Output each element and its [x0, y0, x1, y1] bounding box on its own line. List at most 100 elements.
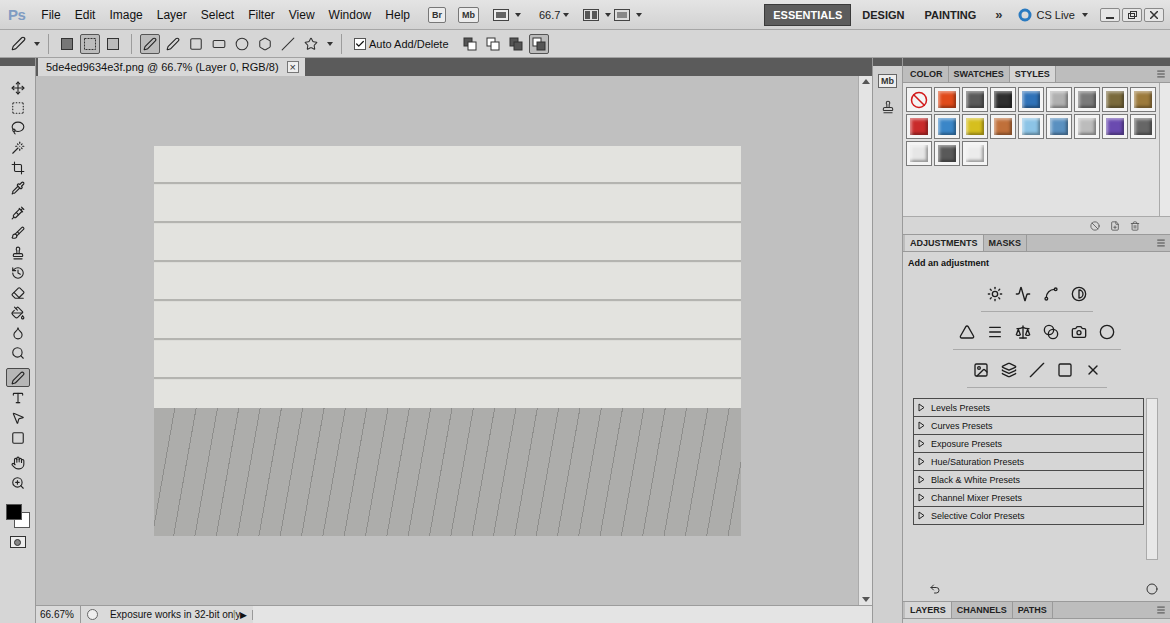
close-button[interactable] [1144, 8, 1164, 22]
panel-menu-button[interactable] [1156, 66, 1170, 82]
horizontal-scrollbar[interactable] [253, 606, 872, 623]
expand-icon[interactable] [918, 457, 925, 466]
menu-item[interactable]: File [35, 6, 66, 24]
adjustment-button[interactable] [999, 360, 1019, 380]
clear-style-icon[interactable] [1090, 221, 1100, 231]
tool-button[interactable] [6, 388, 30, 407]
expand-icon[interactable] [918, 493, 925, 502]
tool-button[interactable] [6, 178, 30, 197]
workspace-button[interactable]: DESIGN [853, 4, 913, 26]
panel-tab[interactable]: MASKS [984, 235, 1028, 251]
style-swatch[interactable] [934, 141, 960, 166]
panel-tab[interactable]: ADJUSTMENTS [905, 235, 984, 251]
adjustment-button[interactable] [1027, 360, 1047, 380]
clone-source-panel-button[interactable] [876, 96, 900, 118]
preset-row[interactable]: Channel Mixer Presets [914, 489, 1143, 507]
adjustment-button[interactable] [1041, 322, 1061, 342]
tool-button[interactable] [6, 138, 30, 157]
cs-live-button[interactable]: CS Live [1012, 8, 1094, 22]
tab-close-button[interactable]: × [287, 61, 299, 73]
return-icon[interactable] [929, 583, 941, 595]
panel-tab[interactable]: SWATCHES [949, 66, 1010, 82]
mini-bridge-button[interactable]: Mb [458, 7, 479, 23]
document-tab[interactable]: 5de4ed9634e3f.png @ 66.7% (Layer 0, RGB/… [38, 58, 305, 76]
adjustment-button[interactable] [985, 322, 1005, 342]
style-swatch[interactable] [1130, 87, 1156, 112]
menu-item[interactable]: Edit [69, 6, 102, 24]
preset-row[interactable]: Hue/Saturation Presets [914, 453, 1143, 471]
workspace-button[interactable]: ESSENTIALS [764, 4, 851, 26]
panel-menu-button[interactable] [1156, 602, 1170, 618]
tool-button[interactable] [6, 98, 30, 117]
shape-button[interactable] [186, 34, 206, 54]
panel-tab[interactable]: PATHS [1013, 602, 1053, 618]
expand-icon[interactable] [918, 511, 925, 520]
preset-row[interactable]: Curves Presets [914, 417, 1143, 435]
tool-button[interactable] [6, 368, 30, 387]
style-swatch[interactable] [962, 114, 988, 139]
adjustment-button[interactable] [1013, 322, 1033, 342]
delete-style-icon[interactable] [1130, 221, 1140, 231]
style-swatch[interactable] [1130, 114, 1156, 139]
style-swatch[interactable] [962, 141, 988, 166]
presets-scrollbar[interactable] [1146, 398, 1158, 560]
style-swatch[interactable] [1074, 114, 1100, 139]
status-menu-button[interactable]: ▶ [234, 610, 253, 620]
more-workspaces[interactable]: » [987, 7, 1010, 22]
adjustment-button[interactable] [1069, 284, 1089, 304]
tool-button[interactable] [6, 473, 30, 492]
tool-button[interactable] [6, 118, 30, 137]
workspace-button[interactable]: PAINTING [915, 4, 985, 26]
tool-button[interactable] [6, 78, 30, 97]
minimize-button[interactable] [1100, 8, 1120, 22]
menu-item[interactable]: Image [103, 6, 148, 24]
adjustment-button[interactable] [1055, 360, 1075, 380]
menu-item[interactable]: Help [379, 6, 416, 24]
path-mode-button[interactable] [103, 34, 123, 54]
adjustment-button[interactable] [971, 360, 991, 380]
adjustment-button[interactable] [1069, 322, 1089, 342]
style-swatch[interactable] [1074, 87, 1100, 112]
restore-button[interactable] [1122, 8, 1142, 22]
shape-button[interactable] [278, 34, 298, 54]
expand-icon[interactable] [918, 403, 925, 412]
path-mode-button[interactable] [57, 34, 77, 54]
tool-button[interactable] [6, 428, 30, 447]
tool-button[interactable] [6, 408, 30, 427]
panel-tab[interactable]: CHANNELS [952, 602, 1013, 618]
menu-item[interactable]: Filter [242, 6, 281, 24]
tool-button[interactable] [6, 323, 30, 342]
zoom-level[interactable]: 66.7 [539, 9, 569, 21]
preset-row[interactable]: Black & White Presets [914, 471, 1143, 489]
path-operation-button[interactable] [460, 34, 480, 54]
screen-mode-button[interactable] [583, 9, 642, 21]
style-swatch[interactable] [906, 141, 932, 166]
adjustment-button[interactable] [1041, 284, 1061, 304]
style-swatch[interactable] [934, 87, 960, 112]
style-swatch[interactable] [990, 87, 1016, 112]
menu-item[interactable]: Select [195, 6, 240, 24]
path-mode-button[interactable] [80, 34, 100, 54]
preset-row[interactable]: Levels Presets [914, 399, 1143, 417]
tool-button[interactable] [6, 223, 30, 242]
adjustment-button[interactable] [1097, 322, 1117, 342]
tool-button[interactable] [6, 243, 30, 262]
style-swatch[interactable] [1102, 87, 1128, 112]
arrange-button[interactable] [493, 9, 521, 21]
path-operation-button[interactable] [506, 34, 526, 54]
style-swatch[interactable] [962, 87, 988, 112]
foreground-color[interactable] [6, 504, 22, 520]
style-swatch[interactable] [1046, 114, 1072, 139]
style-swatch[interactable] [906, 114, 932, 139]
canvas[interactable] [36, 76, 858, 605]
vertical-scrollbar[interactable] [858, 76, 872, 605]
style-swatch[interactable] [1018, 114, 1044, 139]
style-swatch[interactable] [1102, 114, 1128, 139]
expand-icon[interactable] [918, 439, 925, 448]
shape-button[interactable] [301, 34, 321, 54]
adjustment-button[interactable] [1013, 284, 1033, 304]
mini-bridge-panel-button[interactable]: Mb [876, 70, 900, 92]
tool-button[interactable] [6, 303, 30, 322]
style-swatch[interactable] [1046, 87, 1072, 112]
tool-button[interactable] [6, 453, 30, 472]
